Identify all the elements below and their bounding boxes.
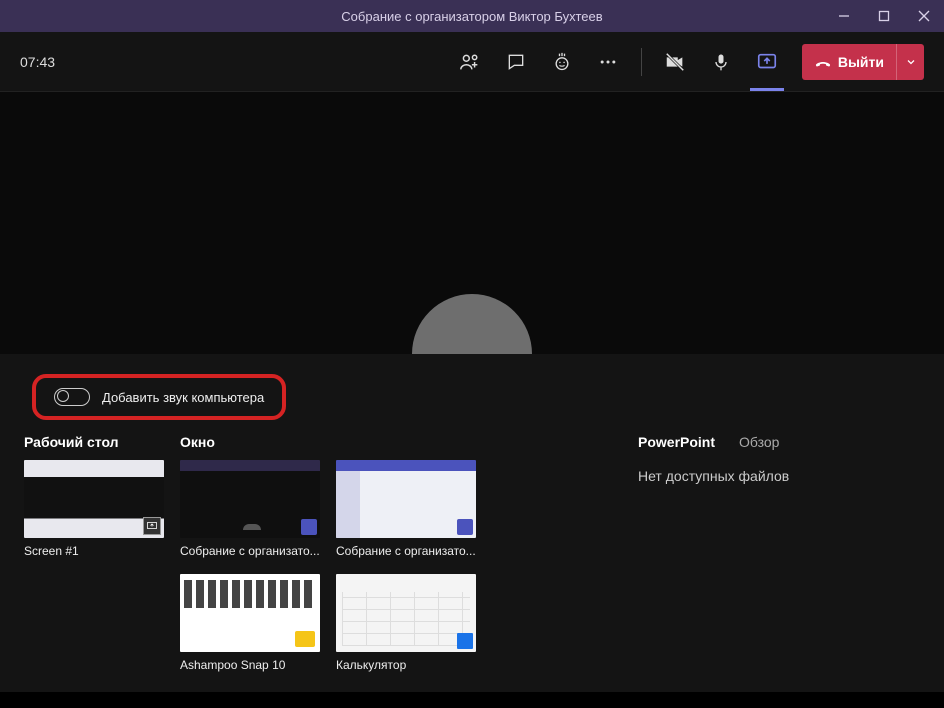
no-files-message: Нет доступных файлов bbox=[638, 468, 920, 484]
thumb-meeting1-preview bbox=[180, 460, 320, 538]
leave-chevron-button[interactable] bbox=[896, 44, 924, 80]
thumb-meeting1[interactable]: Собрание с организато... bbox=[180, 460, 320, 558]
include-audio-toggle[interactable] bbox=[54, 388, 90, 406]
toolbar-separator bbox=[641, 48, 642, 76]
camera-button[interactable] bbox=[654, 41, 696, 83]
thumb-calc-label: Калькулятор bbox=[336, 658, 476, 672]
thumb-meeting2[interactable]: Собрание с организато... bbox=[336, 460, 476, 558]
toggle-knob bbox=[57, 390, 69, 402]
thumb-calc-preview bbox=[336, 574, 476, 652]
more-button[interactable] bbox=[587, 41, 629, 83]
calc-icon bbox=[457, 633, 473, 649]
thumb-snap-label: Ashampoo Snap 10 bbox=[180, 658, 320, 672]
folder-icon bbox=[295, 631, 315, 647]
window-title: Собрание с организатором Виктор Бухтеев bbox=[341, 9, 602, 24]
call-toolbar: 07:43 bbox=[0, 32, 944, 92]
header-powerpoint[interactable]: PowerPoint bbox=[638, 434, 715, 450]
header-browse[interactable]: Обзор bbox=[739, 434, 779, 450]
call-actions: Выйти bbox=[449, 41, 924, 83]
include-audio-label: Добавить звук компьютера bbox=[102, 390, 264, 405]
share-sources-left: Рабочий стол Screen #1 bbox=[24, 434, 614, 672]
video-area bbox=[0, 92, 944, 354]
participants-button[interactable] bbox=[449, 41, 491, 83]
chat-button[interactable] bbox=[495, 41, 537, 83]
leave-main[interactable]: Выйти bbox=[802, 44, 896, 80]
header-window: Окно bbox=[180, 434, 620, 450]
maximize-button[interactable] bbox=[864, 0, 904, 32]
thumb-calc[interactable]: Калькулятор bbox=[336, 574, 476, 672]
thumb-screen1-preview bbox=[24, 460, 164, 538]
thumb-meeting1-label: Собрание с организато... bbox=[180, 544, 320, 558]
close-button[interactable] bbox=[904, 0, 944, 32]
leave-label: Выйти bbox=[838, 54, 884, 70]
thumb-snap[interactable]: Ashampoo Snap 10 bbox=[180, 574, 320, 672]
title-bar: Собрание с организатором Виктор Бухтеев bbox=[0, 0, 944, 32]
app-window: Собрание с организатором Виктор Бухтеев … bbox=[0, 0, 944, 708]
share-tray: Добавить звук компьютера Рабочий стол bbox=[0, 354, 944, 692]
header-desktop: Рабочий стол bbox=[24, 434, 164, 450]
teams-icon bbox=[457, 519, 473, 535]
thumb-snap-preview bbox=[180, 574, 320, 652]
hangup-icon bbox=[814, 53, 832, 71]
window-controls bbox=[824, 0, 944, 32]
minimize-button[interactable] bbox=[824, 0, 864, 32]
thumb-screen1[interactable]: Screen #1 bbox=[24, 460, 164, 558]
share-sources-right: PowerPoint Обзор Нет доступных файлов bbox=[638, 434, 920, 672]
include-audio-toggle-highlight: Добавить звук компьютера bbox=[32, 374, 286, 420]
microphone-button[interactable] bbox=[700, 41, 742, 83]
share-button[interactable] bbox=[746, 41, 788, 83]
participant-avatar bbox=[412, 294, 532, 354]
teams-icon bbox=[301, 519, 317, 535]
thumb-screen1-label: Screen #1 bbox=[24, 544, 164, 558]
call-timer: 07:43 bbox=[20, 54, 55, 70]
chevron-down-icon bbox=[905, 56, 917, 68]
thumb-meeting2-label: Собрание с организато... bbox=[336, 544, 476, 558]
thumb-meeting2-preview bbox=[336, 460, 476, 538]
share-screen-icon bbox=[143, 517, 161, 535]
reactions-button[interactable] bbox=[541, 41, 583, 83]
leave-button[interactable]: Выйти bbox=[802, 44, 924, 80]
